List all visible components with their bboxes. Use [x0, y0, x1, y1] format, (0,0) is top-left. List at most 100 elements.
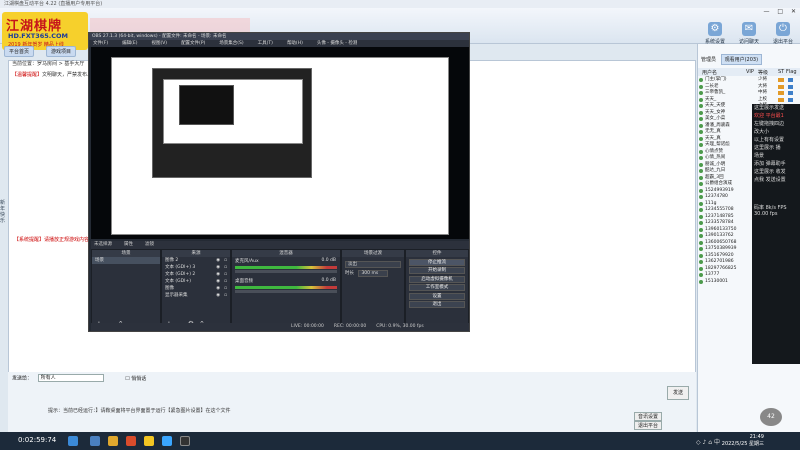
volume-meter	[235, 286, 337, 289]
obs-menu-item[interactable]: 头像 - 摄像头 - 检测	[317, 41, 357, 46]
minimize-button[interactable]: —	[763, 8, 769, 15]
obs-menu-item[interactable]: 工具(T)	[258, 41, 273, 46]
control-button[interactable]: 退出	[409, 301, 465, 308]
user-name: 15130001	[705, 278, 728, 284]
user-icon	[699, 156, 703, 160]
transition-duration: 时长 300 ms	[345, 270, 401, 277]
lock-icon[interactable]: ▫	[224, 257, 227, 264]
status-item: REC: 00:00:00	[333, 324, 367, 329]
volume-slider[interactable]	[235, 270, 337, 273]
control-button[interactable]: 启动虚拟摄像机	[409, 275, 465, 283]
user-icon	[699, 182, 703, 186]
circle-badge[interactable]: 42	[760, 408, 782, 426]
source-name: 文本 (GDI+) 2	[165, 272, 196, 277]
tab-viewers[interactable]: 观看用户(203)	[720, 54, 763, 65]
source-bar-button[interactable]: 属性	[124, 242, 133, 247]
source-item[interactable]: 文本 (GDI+) 2 ◉ ▫	[162, 271, 230, 278]
source-name: 文本 (GDI+) 3	[165, 265, 196, 270]
lock-icon[interactable]: ▫	[224, 278, 227, 285]
visibility-icon[interactable]: ◉	[216, 285, 220, 292]
obs-menu-item[interactable]: 配置文件(P)	[181, 41, 205, 46]
exit-icon: ⏻	[776, 22, 790, 36]
maximize-button[interactable]: □	[777, 8, 783, 15]
rank-badge-icon	[778, 97, 784, 102]
obs-menu-item[interactable]: 帮助(H)	[287, 41, 303, 46]
obs-preview[interactable]	[91, 47, 469, 239]
duration-input[interactable]: 300 ms	[358, 270, 389, 277]
folder-icon[interactable]	[108, 436, 118, 446]
exit-button[interactable]: 退出平台	[634, 421, 662, 430]
obs-menu-item[interactable]: 文件(F)	[93, 41, 108, 46]
close-button[interactable]: ✕	[791, 8, 796, 15]
app-icon[interactable]	[90, 436, 100, 446]
lock-icon[interactable]: ▫	[224, 285, 227, 292]
visibility-icon[interactable]: ◉	[216, 257, 220, 264]
host-tab-bar: 平台首页 游戏项目	[0, 44, 92, 58]
col-level[interactable]: 等级	[758, 69, 768, 76]
source-item[interactable]: 图像 ◉ ▫	[162, 285, 230, 292]
user-icon	[699, 234, 703, 238]
obs-menu-item[interactable]: 编辑(E)	[122, 41, 137, 46]
obs-menu-item[interactable]: 场景集合(S)	[219, 41, 243, 46]
lock-icon[interactable]: ▫	[224, 271, 227, 278]
send-button[interactable]: 发送	[667, 386, 689, 400]
source-item[interactable]: 图像 2 ◉ ▫	[162, 257, 230, 264]
app-icon[interactable]	[162, 436, 172, 446]
audio-settings-button[interactable]: 音讯设置	[634, 412, 662, 421]
obs-window: OBS 27.1.3 (64-bit, windows) - 配置文件: 未命名…	[88, 32, 470, 332]
user-icon	[699, 273, 703, 277]
obs-icon[interactable]	[180, 436, 190, 446]
user-icon	[699, 123, 703, 128]
source-item[interactable]: 文本 (GDI+) 3 ◉ ▫	[162, 264, 230, 271]
private-checkbox[interactable]: ☐ 悄悄话	[125, 376, 146, 382]
obs-status-bar: LIVE: 00:00:00 REC: 00:00:00 CPU: 0.9%, 30…	[91, 323, 469, 331]
source-name: 图像 2	[165, 258, 179, 263]
control-button[interactable]: 停止推流	[409, 258, 465, 266]
control-button[interactable]: 开始录制	[409, 267, 465, 274]
source-item[interactable]: 文本 (GDI+) ◉ ▫	[162, 278, 230, 285]
lock-icon[interactable]: ▫	[224, 264, 227, 271]
tab-home[interactable]: 平台首页	[4, 46, 35, 57]
tab-admins[interactable]: 管理员	[698, 55, 719, 64]
status-line: 提示：当前已经运行：】请鞍桌面将平台界面置于运行【紧急图片设置】在这个文件	[48, 408, 231, 414]
control-button[interactable]: 工作室模式	[409, 284, 465, 291]
visibility-icon[interactable]: ◉	[216, 271, 220, 278]
obs-docks: 场景 场景 +−⌃⌄ 来源 图像 2◉▫文本 (GDI+) 3◉▫文本 (GDI…	[91, 249, 469, 331]
breadcrumb: 当前位置：罗马房间 > 基手大厅	[12, 61, 85, 67]
volume-slider[interactable]	[235, 290, 337, 293]
user-icon	[699, 266, 703, 271]
control-button[interactable]: 设置	[409, 292, 465, 300]
visit-chat-button[interactable]: ✉ 访问聊天	[734, 22, 764, 45]
send-to-select[interactable]: 所有人	[37, 374, 104, 382]
col-flag[interactable]: Flag	[786, 69, 797, 75]
user-icon	[699, 84, 703, 89]
scene-item[interactable]: 场景	[92, 257, 160, 264]
col-vip[interactable]: VIP	[746, 69, 754, 75]
lock-icon[interactable]: ▫	[224, 292, 227, 299]
transitions-dock: 场景过渡 淡出 时长 300 ms	[341, 249, 405, 331]
start-icon[interactable]	[68, 436, 78, 446]
taskbar-clock[interactable]: 21:49 2022/5/25 星期三	[722, 434, 764, 448]
visibility-icon[interactable]: ◉	[216, 292, 220, 299]
obs-menu-item[interactable]: 视图(V)	[151, 41, 167, 46]
chat-message: 左键拖拽四边	[754, 121, 785, 127]
status-item: LIVE: 00:00:00	[291, 324, 324, 329]
user-icon	[699, 136, 703, 141]
system-tray[interactable]: ◇ ♪ ⌂ 中	[696, 437, 720, 446]
browser-icon[interactable]	[126, 436, 136, 446]
visibility-icon[interactable]: ◉	[216, 278, 220, 285]
tab-games[interactable]: 游戏项目	[46, 46, 77, 57]
system-settings-button[interactable]: ⚙ 系统设置	[700, 22, 730, 45]
flag-icon	[788, 84, 793, 89]
transitions-title: 场景过渡	[342, 250, 404, 257]
source-bar-button[interactable]: 滤镜	[145, 242, 154, 247]
col-st[interactable]: ST	[778, 69, 784, 75]
exit-platform-button[interactable]: ⏻ 退出平台	[768, 22, 798, 45]
visibility-icon[interactable]: ◉	[216, 264, 220, 271]
user-icon	[699, 240, 703, 245]
transition-select[interactable]: 淡出	[345, 261, 401, 268]
col-username[interactable]: 用户名	[702, 69, 717, 76]
bottom-buttons: 音讯设置 退出平台	[628, 412, 696, 430]
source-item[interactable]: 显示器采集 ◉ ▫	[162, 292, 230, 299]
app-icon[interactable]	[144, 436, 154, 446]
